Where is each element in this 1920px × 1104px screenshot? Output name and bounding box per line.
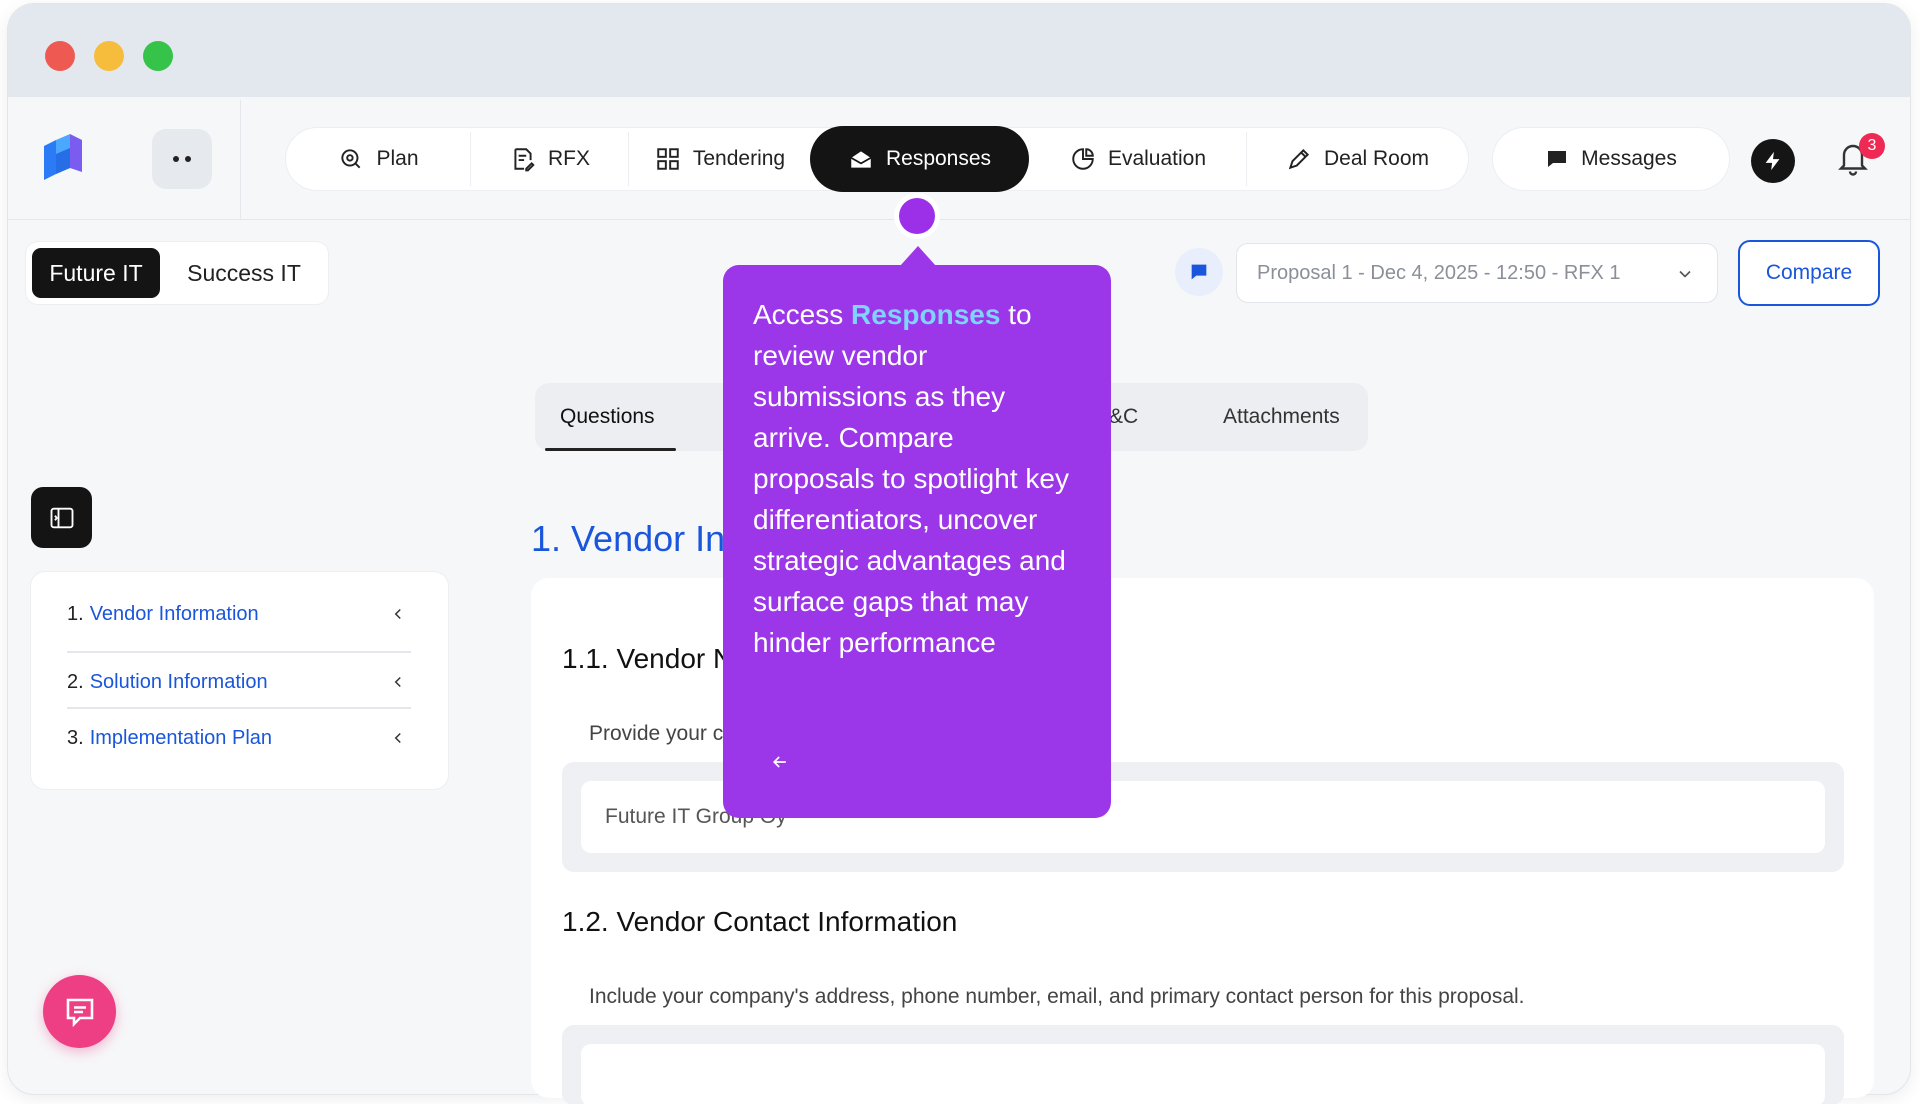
tab-label: Responses bbox=[885, 147, 992, 170]
question-title: 1.1. Vendor N bbox=[562, 643, 734, 674]
divider bbox=[240, 100, 241, 220]
toc-number: 3. bbox=[67, 727, 84, 749]
answer-field[interactable] bbox=[581, 1044, 1825, 1104]
minimize-window-button[interactable] bbox=[94, 41, 124, 71]
tab-plan[interactable]: Plan bbox=[286, 128, 471, 190]
tab-label: Plan bbox=[376, 147, 419, 170]
vendor-tab-active[interactable]: Future IT bbox=[32, 248, 160, 298]
comments-button[interactable] bbox=[1175, 248, 1223, 296]
document-edit-icon bbox=[514, 148, 535, 172]
window-titlebar bbox=[8, 4, 1910, 101]
tab-questions[interactable]: Questions bbox=[560, 383, 655, 451]
tooltip-text-prefix: Access bbox=[753, 299, 852, 330]
tab-label: RFX bbox=[548, 147, 590, 170]
tab-deal-room[interactable]: Deal Room bbox=[1247, 128, 1468, 190]
vendor-tab-inactive[interactable]: Success IT bbox=[166, 248, 322, 298]
tab-responses[interactable]: Responses bbox=[810, 126, 1029, 192]
toc-item-implementation-plan[interactable]: 3. Implementation Plan bbox=[67, 711, 411, 766]
close-window-button[interactable] bbox=[45, 41, 75, 71]
answer-container bbox=[562, 1025, 1844, 1104]
toc-item-solution-information[interactable]: 2. Solution Information bbox=[67, 655, 411, 710]
table-of-contents: 1. Vendor Information 2. Solution Inform… bbox=[31, 572, 448, 789]
messages-label: Messages bbox=[1581, 147, 1677, 170]
tab-label: Tendering bbox=[692, 147, 786, 170]
toc-label: Vendor Information bbox=[89, 603, 259, 625]
question-description: Include your company's address, phone nu… bbox=[589, 985, 1525, 1008]
search-scan-icon bbox=[341, 149, 361, 169]
divider bbox=[67, 651, 411, 653]
compare-button[interactable]: Compare bbox=[1738, 240, 1880, 306]
toc-number: 2. bbox=[67, 671, 84, 693]
notification-count-badge: 3 bbox=[1859, 133, 1885, 159]
tooltip-back-button[interactable] bbox=[762, 744, 798, 780]
divider bbox=[67, 707, 411, 709]
vendor-switcher: Future IT Success IT bbox=[26, 242, 328, 304]
lightning-icon bbox=[1765, 151, 1780, 171]
tour-step-indicator bbox=[899, 198, 935, 234]
toc-number: 1. bbox=[67, 603, 84, 625]
question-description: Provide your c bbox=[589, 722, 724, 745]
chat-icon bbox=[1548, 151, 1567, 167]
tooltip-highlight: Responses bbox=[851, 299, 1001, 330]
app-logo[interactable] bbox=[36, 130, 92, 186]
tab-evaluation[interactable]: Evaluation bbox=[1029, 128, 1247, 190]
active-tab-underline bbox=[545, 448, 676, 451]
inbox-open-icon bbox=[850, 151, 872, 168]
tooltip-arrow bbox=[900, 246, 936, 266]
tab-label: Evaluation bbox=[1107, 147, 1207, 170]
messages-button[interactable]: Messages bbox=[1493, 128, 1729, 190]
section-title: 1. Vendor Inf bbox=[531, 518, 736, 559]
sidebar-toggle-button[interactable] bbox=[31, 487, 92, 548]
pie-chart-icon bbox=[1072, 148, 1094, 170]
tab-attachments[interactable]: Attachments bbox=[1223, 383, 1340, 451]
toc-label: Implementation Plan bbox=[89, 727, 273, 749]
chevron-left-icon bbox=[394, 676, 401, 688]
chevron-down-icon bbox=[1679, 270, 1691, 278]
tab-rfx[interactable]: RFX bbox=[471, 128, 629, 190]
sidebar-icon bbox=[50, 507, 73, 528]
toc-item-vendor-information[interactable]: 1. Vendor Information bbox=[67, 587, 411, 642]
proposal-select[interactable]: Proposal 1 - Dec 4, 2025 - 12:50 - RFX 1 bbox=[1236, 243, 1718, 303]
tooltip-text-body: to review vendor submissions as they arr… bbox=[753, 299, 1069, 658]
tab-tendering[interactable]: Tendering bbox=[629, 128, 811, 190]
question-title: 1.2. Vendor Contact Information bbox=[562, 906, 958, 937]
tab-terms-conditions[interactable]: &C bbox=[1109, 383, 1138, 451]
maximize-window-button[interactable] bbox=[143, 41, 173, 71]
toc-label: Solution Information bbox=[89, 671, 268, 693]
message-icon bbox=[66, 998, 93, 1027]
chevron-left-icon bbox=[394, 608, 401, 620]
tab-label: Deal Room bbox=[1323, 147, 1430, 170]
grid-icon bbox=[657, 148, 679, 170]
support-chat-button[interactable] bbox=[43, 975, 116, 1048]
onboarding-tooltip: Access Responses to review vendor submis… bbox=[723, 265, 1111, 818]
pen-icon bbox=[1288, 148, 1310, 170]
quick-actions-button[interactable] bbox=[1751, 139, 1795, 183]
arrow-left-icon bbox=[772, 756, 786, 768]
proposal-select-value: Proposal 1 - Dec 4, 2025 - 12:50 - RFX 1 bbox=[1257, 261, 1621, 284]
more-menu-button[interactable] bbox=[152, 129, 212, 189]
chevron-left-icon bbox=[394, 732, 401, 744]
comment-icon bbox=[1191, 264, 1207, 280]
